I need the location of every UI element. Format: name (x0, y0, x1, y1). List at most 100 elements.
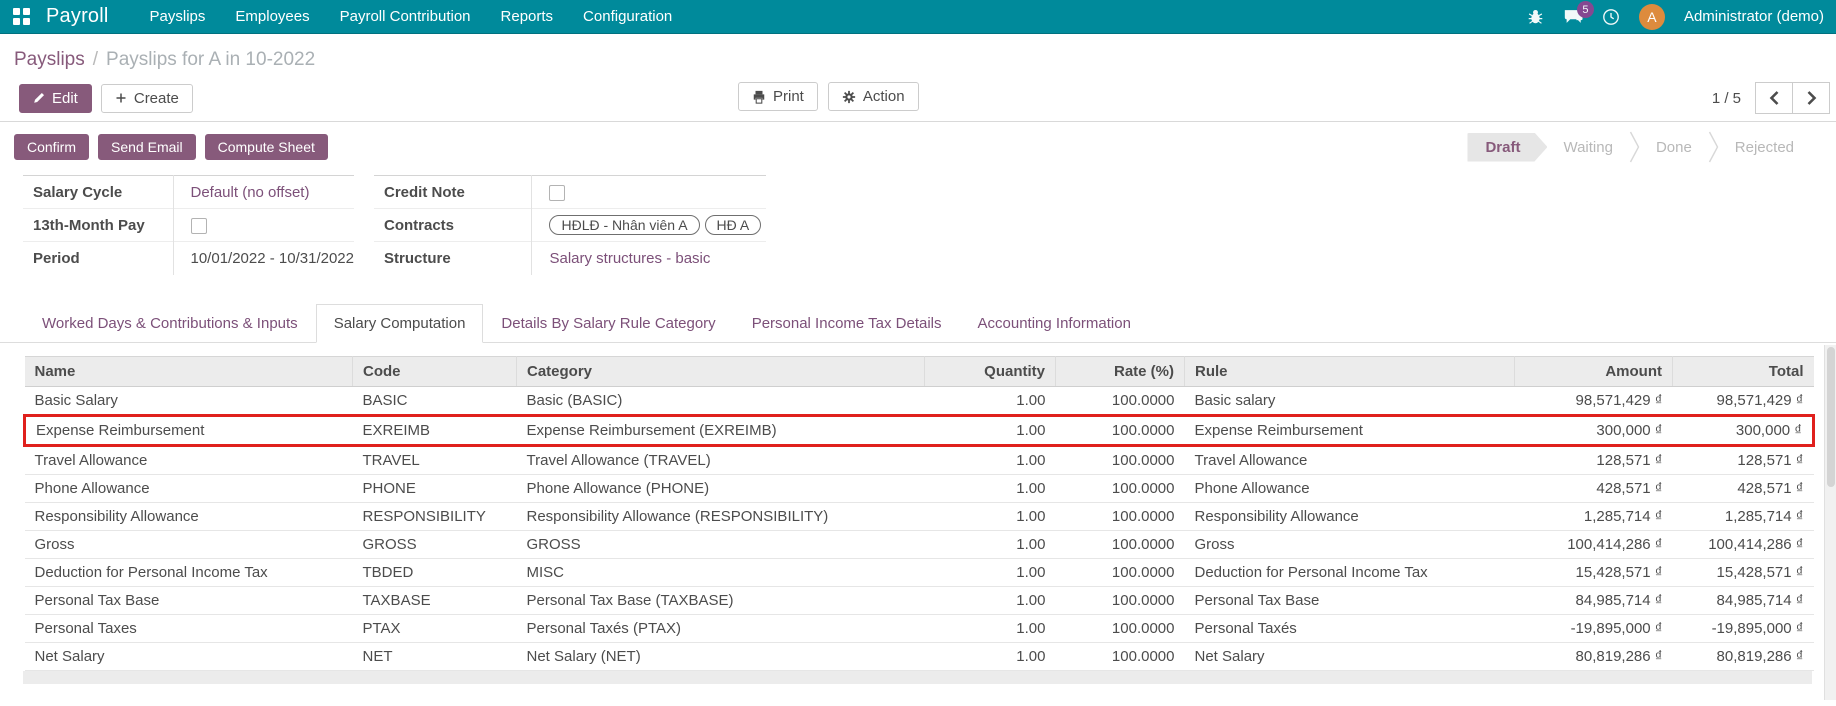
column-header-code[interactable]: Code (352, 355, 517, 387)
statusbar-chevron-icon (1708, 131, 1719, 163)
column-header-name[interactable]: Name (24, 355, 353, 387)
tab-details-by-salary-rule-category[interactable]: Details By Salary Rule Category (483, 304, 733, 343)
cell-rate: 100.0000 (1055, 502, 1185, 531)
topmenu-configuration[interactable]: Configuration (568, 0, 687, 33)
avatar[interactable]: A (1638, 3, 1665, 30)
cell-rate: 100.0000 (1055, 642, 1185, 671)
cell-code: TRAVEL (352, 445, 517, 475)
form-group-right: Credit Note Contracts HĐLĐ - Nhân viên A HĐ… (373, 175, 767, 275)
field-link-structure[interactable]: Salary structures - basic (549, 250, 710, 267)
table-row[interactable]: Deduction for Personal Income Tax TBDED MI… (24, 558, 1814, 587)
cell-category: Phone Allowance (PHONE) (516, 474, 925, 503)
field-label-credit-note: Credit Note (373, 175, 533, 209)
field-value-13th-month-pay (173, 208, 354, 242)
table-footer-strip (23, 670, 1812, 684)
table-row[interactable]: Personal Taxes PTAX Personal Taxés (PTAX) 1… (24, 614, 1814, 643)
column-header-rule[interactable]: Rule (1184, 355, 1515, 387)
topbar-right: 5 A Administrator (demo) (1527, 1, 1836, 30)
debug-bug-icon[interactable] (1527, 8, 1544, 25)
cell-rule: Responsibility Allowance (1184, 502, 1515, 531)
tab-worked-days-contributions-inputs[interactable]: Worked Days & Contributions & Inputs (24, 304, 316, 343)
table-row[interactable]: Travel Allowance TRAVEL Travel Allowance (… (24, 445, 1814, 475)
message-count-badge: 5 (1576, 1, 1594, 18)
field-link-salary-cycle[interactable]: Default (no offset) (191, 184, 310, 201)
cell-rate: 100.0000 (1055, 614, 1185, 643)
cell-code: TBDED (352, 558, 517, 587)
action-button[interactable]: Action (827, 82, 919, 111)
statusbar-state-draft[interactable]: Draft (1467, 133, 1547, 162)
topmenu-employees[interactable]: Employees (220, 0, 324, 33)
plus-icon (116, 93, 126, 103)
cell-code: GROSS (352, 530, 517, 559)
checkbox-credit-note[interactable] (549, 184, 566, 201)
cell-category: GROSS (516, 530, 925, 559)
cell-code: PHONE (352, 474, 517, 503)
tab-accounting-information[interactable]: Accounting Information (960, 304, 1149, 343)
statusbar-state-waiting[interactable]: Waiting (1547, 133, 1628, 162)
contract-tag[interactable]: HĐ A (704, 215, 762, 235)
column-header-quantity[interactable]: Quantity (924, 355, 1056, 387)
field-value-credit-note (532, 176, 766, 209)
workflow-button-confirm[interactable]: Confirm (14, 134, 90, 160)
cell-code: NET (352, 642, 517, 671)
breadcrumb-current: Payslips for A in 10-2022 (106, 49, 316, 70)
chevron-left-icon (1769, 91, 1778, 105)
cell-rule: Gross (1184, 530, 1515, 559)
workflow-button-compute-sheet[interactable]: Compute Sheet (204, 134, 328, 160)
activities-clock-icon[interactable] (1602, 8, 1620, 26)
notebook-tabs: Worked Days & Contributions & Inputs Sala… (0, 303, 1836, 343)
messages-icon[interactable]: 5 (1563, 1, 1594, 25)
cell-rule: Basic salary (1184, 386, 1515, 416)
cell-name: Responsibility Allowance (24, 502, 353, 531)
pager-next-button[interactable] (1792, 82, 1830, 114)
table-row[interactable]: Responsibility Allowance RESPONSIBILITY Re… (24, 502, 1814, 531)
cell-rule: Personal Tax Base (1184, 586, 1515, 615)
tab-personal-income-tax-details[interactable]: Personal Income Tax Details (734, 304, 960, 343)
tab-salary-computation[interactable]: Salary Computation (315, 303, 484, 343)
edit-button[interactable]: Edit (19, 83, 92, 113)
pager-previous-button[interactable] (1755, 82, 1793, 114)
cell-name: Personal Tax Base (24, 586, 353, 615)
topmenu-reports[interactable]: Reports (486, 0, 569, 33)
column-header-rate[interactable]: Rate (%) (1055, 355, 1185, 387)
field-value-salary-cycle: Default (no offset) (173, 176, 354, 209)
statusbar-state-rejected[interactable]: Rejected (1719, 133, 1810, 162)
cell-total: 428,571 ₫ (1672, 474, 1814, 503)
cell-quantity: 1.00 (924, 530, 1056, 559)
column-header-total[interactable]: Total (1672, 355, 1814, 387)
cell-category: Responsibility Allowance (RESPONSIBILITY… (516, 502, 925, 531)
column-header-amount[interactable]: Amount (1514, 355, 1673, 387)
column-header-category[interactable]: Category (516, 355, 925, 387)
field-label-structure: Structure (373, 241, 533, 275)
app-brand[interactable]: Payroll (46, 5, 109, 28)
table-row[interactable]: Net Salary NET Net Salary (NET) 1.00 100.000… (24, 642, 1814, 671)
cell-total: 300,000 ₫ (1672, 413, 1815, 447)
workflow-button-send-email[interactable]: Send Email (98, 134, 196, 160)
cell-name: Net Salary (24, 642, 353, 671)
breadcrumb-parent[interactable]: Payslips (14, 49, 85, 71)
cell-quantity: 1.00 (924, 586, 1056, 615)
create-button[interactable]: Create (100, 83, 193, 113)
cell-total: 128,571 ₫ (1672, 445, 1814, 475)
contract-tag[interactable]: HĐLĐ - Nhân viên A (549, 215, 700, 235)
topmenu-payroll-contribution[interactable]: Payroll Contribution (325, 0, 486, 33)
table-row[interactable]: Phone Allowance PHONE Phone Allowance (PHO… (24, 474, 1814, 503)
cell-rule: Net Salary (1184, 642, 1515, 671)
vertical-scrollbar[interactable] (1824, 345, 1836, 700)
field-row-structure: Structure Salary structures - basic (373, 241, 767, 275)
form-group-left: Salary Cycle Default (no offset) 13th-Mont… (23, 175, 354, 275)
cell-amount: 300,000 ₫ (1514, 413, 1673, 447)
table-row[interactable]: Personal Tax Base TAXBASE Personal Tax Bas… (24, 586, 1814, 615)
cell-rate: 100.0000 (1055, 586, 1185, 615)
print-button[interactable]: Print (738, 82, 818, 111)
statusbar-state-done[interactable]: Done (1640, 133, 1708, 162)
cell-rule: Expense Reimbursement (1184, 413, 1515, 447)
apps-grid-icon[interactable] (13, 8, 30, 25)
checkbox-13th-month-pay[interactable] (190, 217, 207, 234)
user-menu[interactable]: Administrator (demo) (1684, 8, 1824, 25)
cell-total: 1,285,714 ₫ (1672, 502, 1814, 531)
table-row-highlighted[interactable]: Expense Reimbursement EXREIMB Expense Reim… (23, 413, 1815, 447)
topmenu-payslips[interactable]: Payslips (135, 0, 221, 33)
table-row[interactable]: Gross GROSS GROSS 1.00 100.0000 Gross 100,414,… (24, 530, 1814, 559)
table-row[interactable]: Basic Salary BASIC Basic (BASIC) 1.00 100.00… (24, 386, 1814, 416)
